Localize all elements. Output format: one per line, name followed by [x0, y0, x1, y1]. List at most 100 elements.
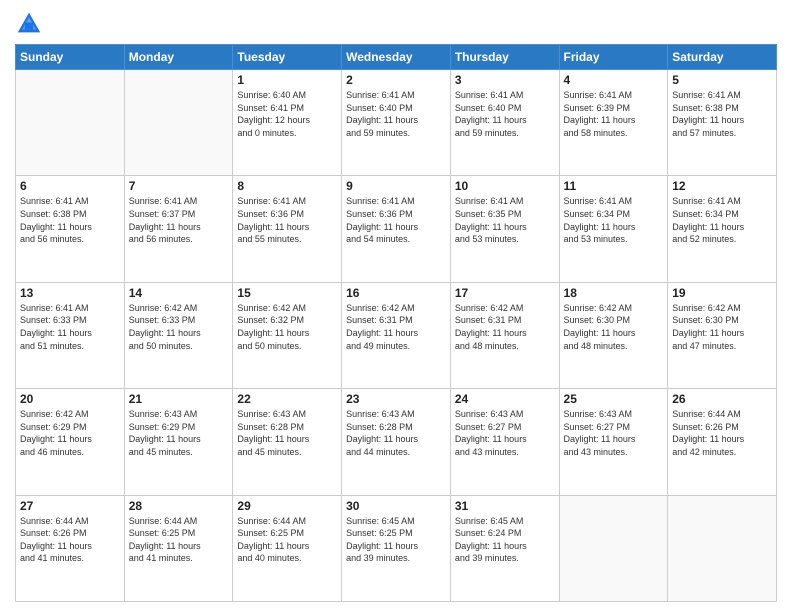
col-header-sunday: Sunday	[16, 45, 125, 70]
day-number: 22	[237, 392, 337, 406]
day-info: Sunrise: 6:43 AM Sunset: 6:28 PM Dayligh…	[237, 408, 337, 458]
col-header-wednesday: Wednesday	[342, 45, 451, 70]
day-cell: 3 Sunrise: 6:41 AM Sunset: 6:40 PM Daylig…	[450, 70, 559, 176]
day-number: 29	[237, 499, 337, 513]
page: SundayMondayTuesdayWednesdayThursdayFrid…	[0, 0, 792, 612]
day-cell: 2 Sunrise: 6:41 AM Sunset: 6:40 PM Daylig…	[342, 70, 451, 176]
day-info: Sunrise: 6:41 AM Sunset: 6:35 PM Dayligh…	[455, 195, 555, 245]
day-info: Sunrise: 6:41 AM Sunset: 6:38 PM Dayligh…	[20, 195, 120, 245]
day-info: Sunrise: 6:42 AM Sunset: 6:33 PM Dayligh…	[129, 302, 229, 352]
day-cell	[16, 70, 125, 176]
day-info: Sunrise: 6:45 AM Sunset: 6:24 PM Dayligh…	[455, 515, 555, 565]
day-info: Sunrise: 6:44 AM Sunset: 6:25 PM Dayligh…	[129, 515, 229, 565]
week-row-1: 1 Sunrise: 6:40 AM Sunset: 6:41 PM Daylig…	[16, 70, 777, 176]
day-info: Sunrise: 6:42 AM Sunset: 6:32 PM Dayligh…	[237, 302, 337, 352]
col-header-thursday: Thursday	[450, 45, 559, 70]
day-number: 26	[672, 392, 772, 406]
week-row-2: 6 Sunrise: 6:41 AM Sunset: 6:38 PM Daylig…	[16, 176, 777, 282]
day-cell: 18 Sunrise: 6:42 AM Sunset: 6:30 PM Dayli…	[559, 282, 668, 388]
day-cell: 17Sunrise: 6:42 AM Sunset: 6:31 PM Dayli…	[450, 282, 559, 388]
day-info: Sunrise: 6:43 AM Sunset: 6:27 PM Dayligh…	[455, 408, 555, 458]
day-cell: 28 Sunrise: 6:44 AM Sunset: 6:25 PM Dayli…	[124, 495, 233, 601]
week-row-4: 20Sunrise: 6:42 AM Sunset: 6:29 PM Dayli…	[16, 389, 777, 495]
day-info: Sunrise: 6:42 AM Sunset: 6:30 PM Dayligh…	[672, 302, 772, 352]
day-number: 30	[346, 499, 446, 513]
day-number: 3	[455, 73, 555, 87]
day-info: Sunrise: 6:41 AM Sunset: 6:37 PM Dayligh…	[129, 195, 229, 245]
day-cell: 6 Sunrise: 6:41 AM Sunset: 6:38 PM Daylig…	[16, 176, 125, 282]
day-number: 19	[672, 286, 772, 300]
day-number: 9	[346, 179, 446, 193]
day-info: Sunrise: 6:40 AM Sunset: 6:41 PM Dayligh…	[237, 89, 337, 139]
day-number: 10	[455, 179, 555, 193]
day-info: Sunrise: 6:41 AM Sunset: 6:33 PM Dayligh…	[20, 302, 120, 352]
day-info: Sunrise: 6:43 AM Sunset: 6:27 PM Dayligh…	[564, 408, 664, 458]
day-cell: 13 Sunrise: 6:41 AM Sunset: 6:33 PM Dayli…	[16, 282, 125, 388]
day-number: 17	[455, 286, 555, 300]
col-header-monday: Monday	[124, 45, 233, 70]
day-cell: 1 Sunrise: 6:40 AM Sunset: 6:41 PM Daylig…	[233, 70, 342, 176]
day-number: 1	[237, 73, 337, 87]
day-number: 21	[129, 392, 229, 406]
day-info: Sunrise: 6:41 AM Sunset: 6:36 PM Dayligh…	[237, 195, 337, 245]
day-cell: 27Sunrise: 6:44 AM Sunset: 6:26 PM Dayli…	[16, 495, 125, 601]
logo	[15, 10, 47, 38]
day-info: Sunrise: 6:41 AM Sunset: 6:34 PM Dayligh…	[564, 195, 664, 245]
day-info: Sunrise: 6:41 AM Sunset: 6:36 PM Dayligh…	[346, 195, 446, 245]
day-number: 25	[564, 392, 664, 406]
day-info: Sunrise: 6:44 AM Sunset: 6:26 PM Dayligh…	[672, 408, 772, 458]
day-cell: 21 Sunrise: 6:43 AM Sunset: 6:29 PM Dayli…	[124, 389, 233, 495]
day-number: 11	[564, 179, 664, 193]
day-info: Sunrise: 6:43 AM Sunset: 6:29 PM Dayligh…	[129, 408, 229, 458]
day-number: 2	[346, 73, 446, 87]
col-header-tuesday: Tuesday	[233, 45, 342, 70]
day-number: 23	[346, 392, 446, 406]
day-number: 20	[20, 392, 120, 406]
day-number: 4	[564, 73, 664, 87]
day-cell: 22 Sunrise: 6:43 AM Sunset: 6:28 PM Dayli…	[233, 389, 342, 495]
day-cell: 16Sunrise: 6:42 AM Sunset: 6:31 PM Dayli…	[342, 282, 451, 388]
day-info: Sunrise: 6:45 AM Sunset: 6:25 PM Dayligh…	[346, 515, 446, 565]
day-info: Sunrise: 6:41 AM Sunset: 6:39 PM Dayligh…	[564, 89, 664, 139]
day-info: Sunrise: 6:44 AM Sunset: 6:25 PM Dayligh…	[237, 515, 337, 565]
day-cell: 11 Sunrise: 6:41 AM Sunset: 6:34 PM Dayli…	[559, 176, 668, 282]
day-cell: 25 Sunrise: 6:43 AM Sunset: 6:27 PM Dayli…	[559, 389, 668, 495]
day-cell: 8Sunrise: 6:41 AM Sunset: 6:36 PM Daylig…	[233, 176, 342, 282]
calendar-table: SundayMondayTuesdayWednesdayThursdayFrid…	[15, 44, 777, 602]
day-number: 28	[129, 499, 229, 513]
day-cell: 20Sunrise: 6:42 AM Sunset: 6:29 PM Dayli…	[16, 389, 125, 495]
day-number: 12	[672, 179, 772, 193]
day-cell: 12Sunrise: 6:41 AM Sunset: 6:34 PM Dayli…	[668, 176, 777, 282]
day-cell	[124, 70, 233, 176]
day-cell: 14 Sunrise: 6:42 AM Sunset: 6:33 PM Dayli…	[124, 282, 233, 388]
day-cell	[668, 495, 777, 601]
col-header-friday: Friday	[559, 45, 668, 70]
day-info: Sunrise: 6:41 AM Sunset: 6:40 PM Dayligh…	[455, 89, 555, 139]
day-number: 5	[672, 73, 772, 87]
day-number: 27	[20, 499, 120, 513]
day-number: 7	[129, 179, 229, 193]
day-number: 14	[129, 286, 229, 300]
week-row-5: 27Sunrise: 6:44 AM Sunset: 6:26 PM Dayli…	[16, 495, 777, 601]
day-cell: 30 Sunrise: 6:45 AM Sunset: 6:25 PM Dayli…	[342, 495, 451, 601]
calendar-header-row: SundayMondayTuesdayWednesdayThursdayFrid…	[16, 45, 777, 70]
day-cell: 7 Sunrise: 6:41 AM Sunset: 6:37 PM Daylig…	[124, 176, 233, 282]
day-info: Sunrise: 6:41 AM Sunset: 6:40 PM Dayligh…	[346, 89, 446, 139]
day-number: 13	[20, 286, 120, 300]
day-number: 16	[346, 286, 446, 300]
day-number: 18	[564, 286, 664, 300]
day-cell: 5Sunrise: 6:41 AM Sunset: 6:38 PM Daylig…	[668, 70, 777, 176]
day-number: 31	[455, 499, 555, 513]
day-info: Sunrise: 6:42 AM Sunset: 6:30 PM Dayligh…	[564, 302, 664, 352]
day-number: 24	[455, 392, 555, 406]
day-cell: 26 Sunrise: 6:44 AM Sunset: 6:26 PM Dayli…	[668, 389, 777, 495]
day-cell	[559, 495, 668, 601]
header	[15, 10, 777, 38]
day-cell: 15 Sunrise: 6:42 AM Sunset: 6:32 PM Dayli…	[233, 282, 342, 388]
week-row-3: 13 Sunrise: 6:41 AM Sunset: 6:33 PM Dayli…	[16, 282, 777, 388]
day-number: 15	[237, 286, 337, 300]
day-cell: 24 Sunrise: 6:43 AM Sunset: 6:27 PM Dayli…	[450, 389, 559, 495]
day-number: 6	[20, 179, 120, 193]
day-info: Sunrise: 6:43 AM Sunset: 6:28 PM Dayligh…	[346, 408, 446, 458]
day-cell: 19 Sunrise: 6:42 AM Sunset: 6:30 PM Dayli…	[668, 282, 777, 388]
